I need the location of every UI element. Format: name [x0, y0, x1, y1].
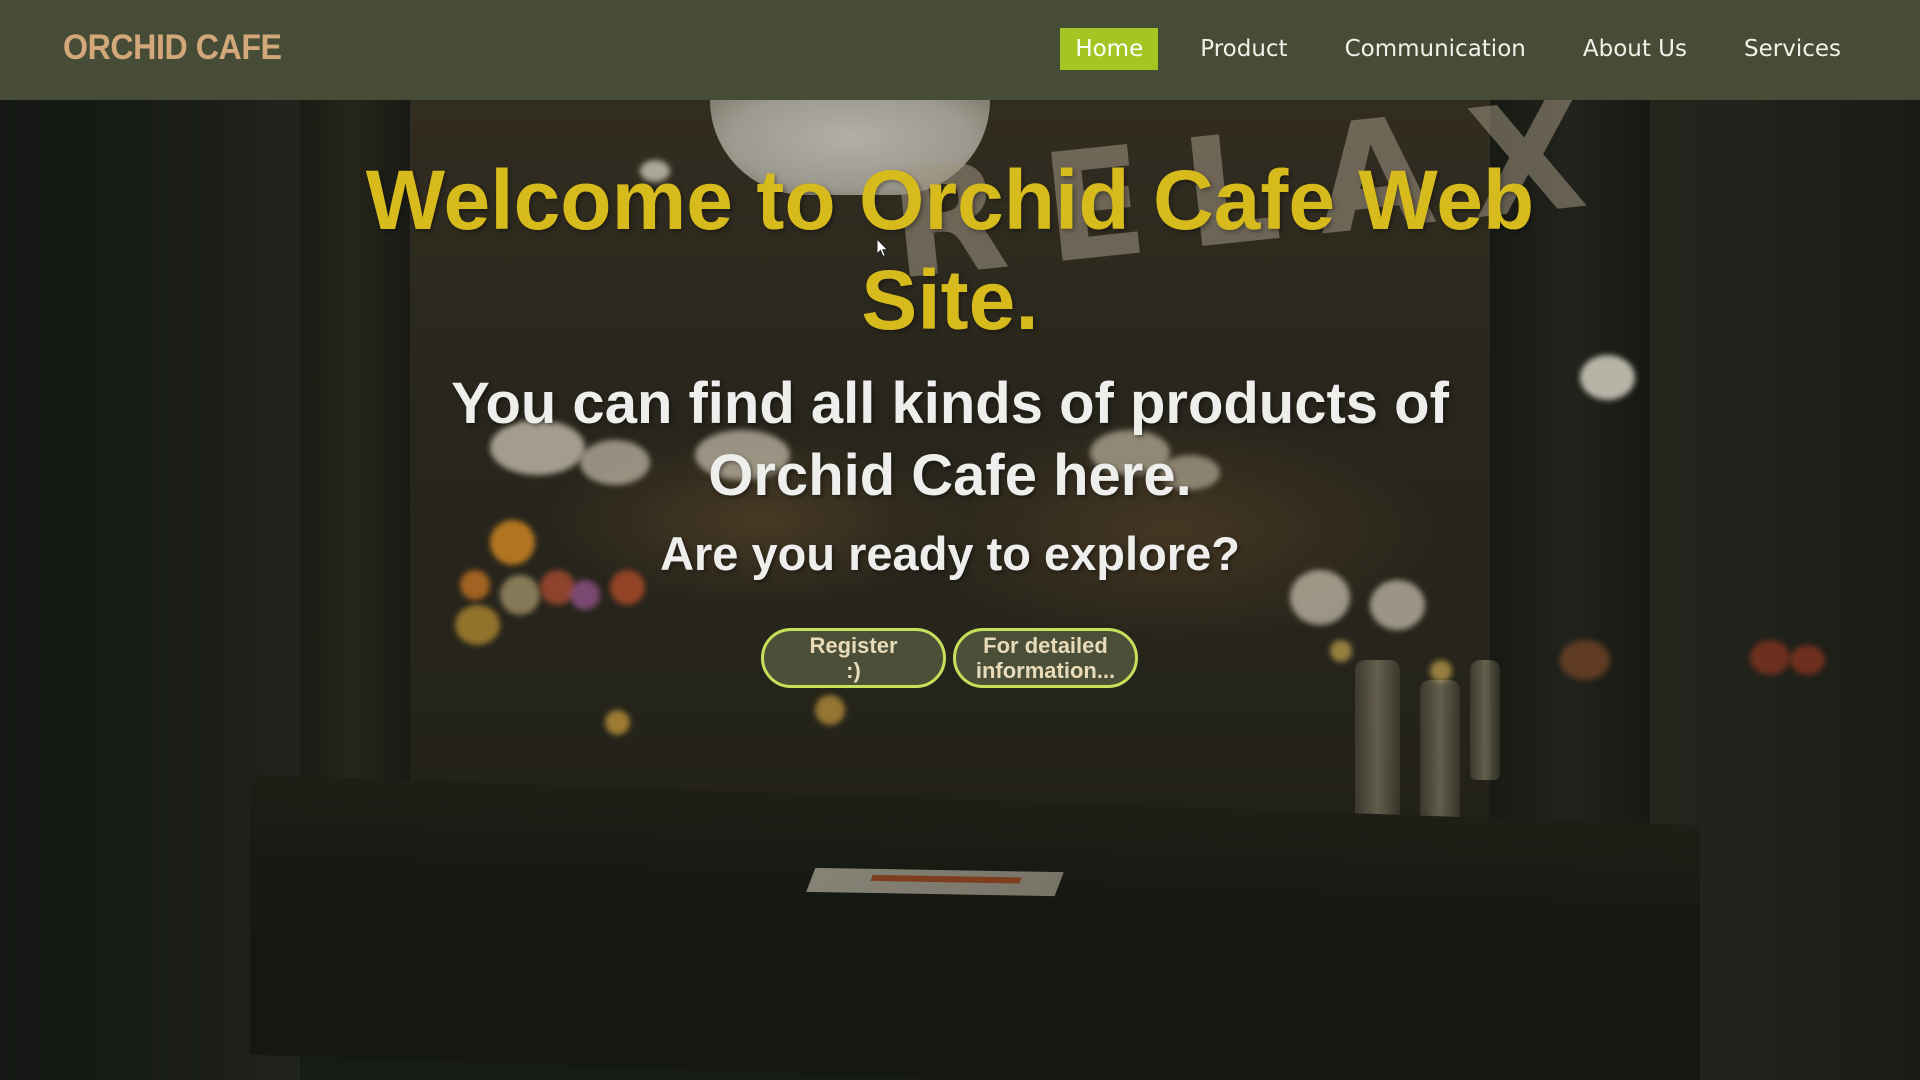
hero-content: Welcome to Orchid Cafe Web Site. You can… [360, 150, 1540, 688]
hero-subtitle: You can find all kinds of products of Or… [451, 371, 1449, 508]
nav-item-product[interactable]: Product [1185, 28, 1302, 70]
navbar: ORCHID CAFE Home Product Communication A… [0, 0, 1920, 100]
nav-item-services[interactable]: Services [1729, 28, 1856, 70]
mouse-pointer-icon-graphic [876, 237, 889, 258]
welcome-heading: Welcome to Orchid Cafe Web Site. [365, 153, 1535, 347]
nav-item-communication[interactable]: Communication [1330, 28, 1541, 70]
page: ORCHID CAFE Home Product Communication A… [0, 0, 1920, 1080]
nav-item-about-us[interactable]: About Us [1568, 28, 1702, 70]
nav-item-home[interactable]: Home [1060, 28, 1159, 70]
hero-buttons: Register :) For detailed information... [359, 628, 1540, 688]
site-logo[interactable]: ORCHID CAFE [63, 28, 282, 68]
register-button[interactable]: Register :) [761, 628, 946, 688]
hero-question: Are you ready to explore? [660, 527, 1240, 580]
detailed-information-button[interactable]: For detailed information... [953, 628, 1138, 688]
main-nav: Home Product Communication About Us Serv… [1060, 28, 1856, 70]
